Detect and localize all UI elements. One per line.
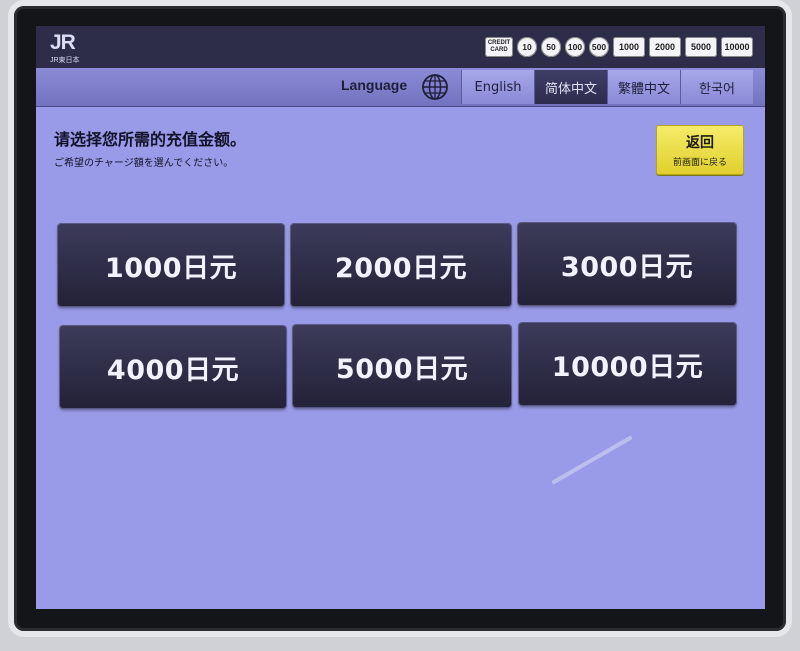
amount-label: 2000日元 [334, 252, 468, 284]
amount-label: 10000日元 [551, 351, 704, 383]
back-button-label: 返回 [686, 135, 714, 151]
globe-icon [422, 74, 448, 100]
amount-label: 3000日元 [560, 251, 694, 283]
language-bar: Language English 简体中文 繁體中文 한국어 [36, 68, 765, 107]
kiosk-screen: JR JR東日本 CREDIT CARD 10 50 100 500 1000 … [36, 26, 765, 609]
bill-2000-indicator: 2000 [649, 37, 681, 57]
accepted-payment-indicators: CREDIT CARD 10 50 100 500 1000 2000 5000… [485, 37, 753, 57]
amount-10000-button[interactable]: 10000日元 [519, 323, 736, 405]
language-label: Language [341, 77, 408, 93]
tab-simplified-chinese[interactable]: 简体中文 [534, 70, 607, 104]
bill-10000-indicator: 10000 [721, 37, 753, 57]
screen-glare [551, 435, 633, 485]
amount-1000-button[interactable]: 1000日元 [58, 224, 284, 306]
bill-1000-indicator: 1000 [613, 37, 645, 57]
back-button[interactable]: 返回 前画面に戻る [656, 125, 744, 175]
amount-label: 5000日元 [335, 353, 469, 385]
instruction-chinese: 请选择您所需的充值金额。 [54, 130, 247, 149]
amount-label: 1000日元 [104, 252, 238, 284]
tab-english[interactable]: English [461, 70, 534, 104]
tab-korean[interactable]: 한국어 [680, 70, 753, 104]
amount-label: 4000日元 [106, 354, 240, 386]
jr-logo: JR JR東日本 [50, 31, 96, 65]
amount-3000-button[interactable]: 3000日元 [518, 223, 736, 305]
coin-100-indicator: 100 [565, 37, 585, 57]
amount-5000-button[interactable]: 5000日元 [293, 325, 511, 407]
coin-500-indicator: 500 [589, 37, 609, 57]
tab-traditional-chinese[interactable]: 繁體中文 [607, 70, 680, 104]
logo-subtext: JR東日本 [50, 57, 80, 64]
back-button-sublabel: 前画面に戻る [672, 158, 727, 168]
instruction-japanese: ご希望のチャージ額を選んでください。 [54, 158, 234, 169]
credit-card-indicator: CREDIT CARD [485, 37, 513, 57]
coin-50-indicator: 50 [541, 37, 561, 57]
bill-5000-indicator: 5000 [685, 37, 717, 57]
top-bar: JR JR東日本 CREDIT CARD 10 50 100 500 1000 … [36, 26, 765, 68]
coin-10-indicator: 10 [517, 37, 537, 57]
amount-4000-button[interactable]: 4000日元 [60, 326, 286, 408]
logo-text: JR [50, 31, 76, 54]
amount-2000-button[interactable]: 2000日元 [291, 224, 511, 306]
